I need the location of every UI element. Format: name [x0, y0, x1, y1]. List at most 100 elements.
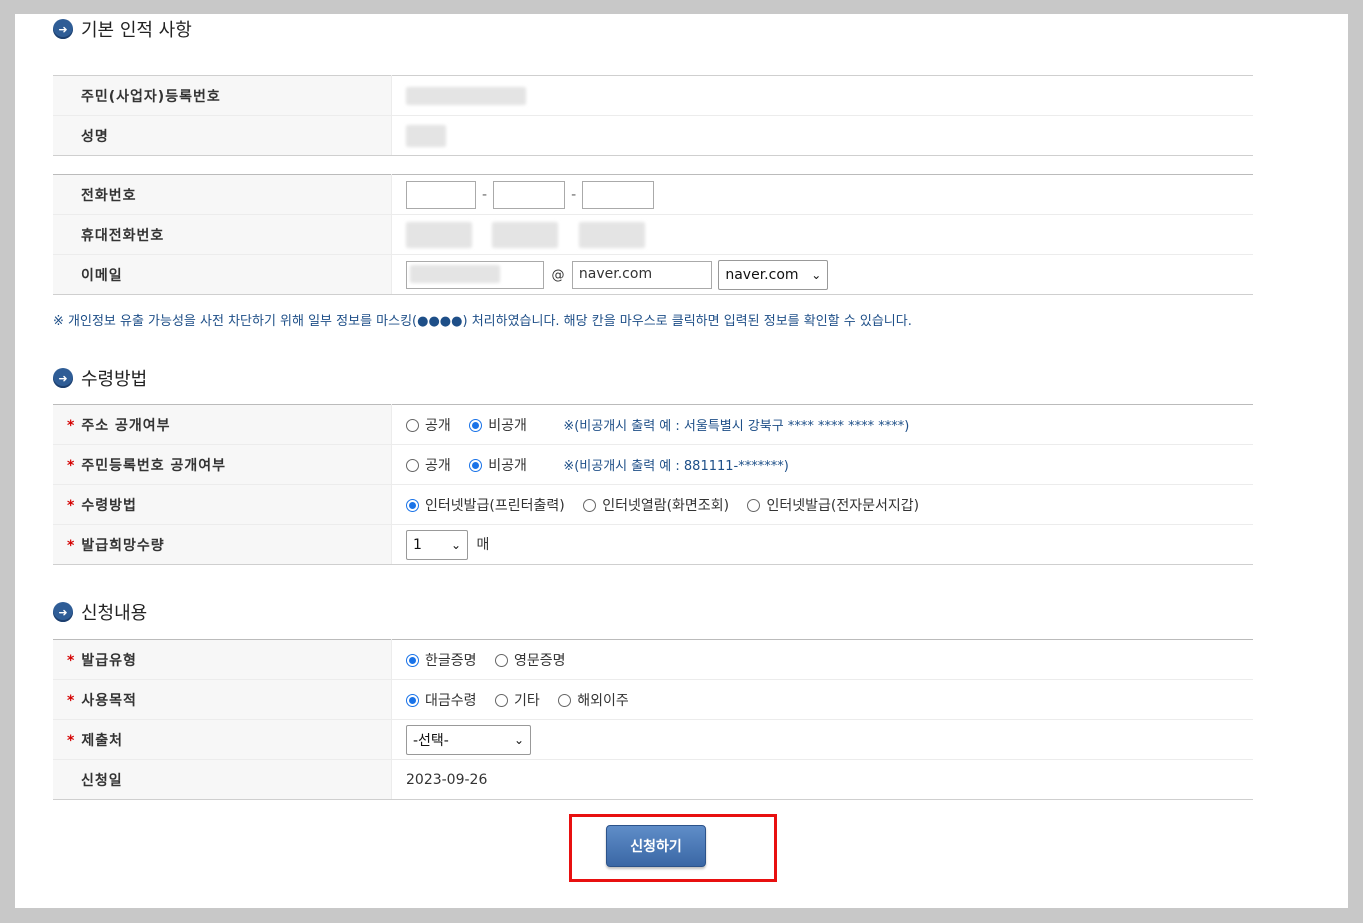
required-mark: * — [67, 652, 76, 669]
quantity-label: * 발급희망수량 — [53, 524, 392, 565]
method-print-radio[interactable]: 인터넷발급(프린터출력) — [406, 498, 565, 514]
receive-method-label: * 수령방법 — [53, 484, 392, 525]
radio-checked-icon — [406, 653, 419, 667]
required-mark: * — [67, 497, 76, 514]
purpose-emigration-radio[interactable]: 해외이주 — [558, 693, 629, 709]
method-view-radio[interactable]: 인터넷열람(화면조회) — [583, 498, 729, 514]
address-private-radio[interactable]: 비공개 — [469, 418, 527, 434]
address-public-radio[interactable]: 공개 — [406, 418, 451, 434]
phone-part1-input[interactable] — [406, 180, 476, 209]
type-english-radio[interactable]: 영문증명 — [494, 652, 566, 669]
quantity-label-text: 발급희망수량 — [81, 537, 165, 554]
section-title: 신청내용 — [81, 603, 148, 624]
name-label: 성명 — [53, 115, 392, 156]
email-domain-input[interactable]: naver.com — [571, 260, 712, 289]
radio-icon — [558, 693, 572, 707]
address-public-label: * 주소 공개여부 — [53, 404, 392, 445]
mobile-label: 휴대전화번호 — [53, 214, 392, 255]
section-header-basic: ➜ 기본 인적 사항 — [53, 16, 192, 42]
radio-label: 인터넷발급(프린터출력) — [425, 497, 565, 514]
receive-table: * 주소 공개여부 공개 비공개 ※(비공개시 출력 예 : 서울특별시 강북구 … — [53, 404, 1253, 565]
mobile-part2-input[interactable] — [492, 221, 559, 248]
masked-id-number — [406, 86, 526, 105]
email-id-input[interactable] — [406, 260, 544, 289]
required-mark: * — [67, 417, 76, 434]
phone-inputs: -- — [391, 174, 1253, 215]
mobile-part1-input[interactable] — [406, 221, 472, 248]
rrn-public-radio[interactable]: 공개 — [406, 458, 451, 474]
radio-label: 비공개 — [488, 457, 527, 474]
page: ➜ 기본 인적 사항 주민(사업자)등록번호 성명 전화번호 -- 휴대전화번호 — [15, 14, 1348, 908]
radio-label: 인터넷열람(화면조회) — [602, 497, 730, 514]
contact-table: 전화번호 -- 휴대전화번호 이메일 @ naver.com naver.com… — [53, 174, 1253, 295]
rrn-public-label: * 주민등록번호 공개여부 — [53, 444, 392, 485]
masked-name — [406, 124, 446, 147]
mobile-part3-input[interactable] — [578, 221, 645, 248]
submit-highlight-box: 신청하기 — [569, 814, 777, 882]
chevron-down-icon: ⌄ — [513, 732, 524, 747]
method-wallet-radio[interactable]: 인터넷발급(전자문서지갑) — [747, 498, 919, 514]
dash: - — [482, 186, 488, 203]
radio-label: 공개 — [425, 457, 451, 474]
rrn-private-radio[interactable]: 비공개 — [469, 458, 527, 474]
address-public-options: 공개 비공개 ※(비공개시 출력 예 : 서울특별시 강북구 **** ****… — [391, 404, 1253, 445]
address-private-note: ※(비공개시 출력 예 : 서울특별시 강북구 **** **** **** *… — [563, 418, 910, 434]
issue-type-options: 한글증명 영문증명 — [391, 639, 1253, 680]
email-label: 이메일 — [53, 254, 392, 295]
quantity-unit: 매 — [476, 536, 490, 553]
submit-to-select-value: -선택- — [413, 732, 449, 749]
phone-part2-input[interactable] — [493, 180, 566, 209]
section-header-request: ➜ 신청내용 — [53, 599, 147, 625]
radio-icon — [583, 498, 597, 512]
mobile-inputs — [391, 214, 1253, 255]
basic-info-table: 주민(사업자)등록번호 성명 — [53, 75, 1253, 156]
chevron-down-icon: ⌄ — [450, 537, 461, 552]
id-number-value — [391, 75, 1253, 116]
radio-label: 기타 — [513, 692, 540, 709]
at-sign: @ — [551, 267, 565, 283]
radio-label: 대금수령 — [425, 692, 477, 709]
rrn-private-note: ※(비공개시 출력 예 : 881111-*******) — [563, 458, 789, 474]
arrow-right-circle-icon: ➜ — [53, 19, 73, 39]
radio-label: 한글증명 — [425, 652, 477, 669]
purpose-other-radio[interactable]: 기타 — [494, 692, 540, 709]
section-header-receive: ➜ 수령방법 — [53, 365, 147, 391]
radio-icon — [494, 653, 508, 667]
radio-label: 비공개 — [488, 417, 527, 434]
radio-icon — [747, 498, 761, 512]
purpose-options: 대금수령 기타 해외이주 — [391, 679, 1253, 720]
radio-checked-icon — [406, 498, 419, 512]
phone-part3-input[interactable] — [582, 180, 655, 209]
submit-to-label: * 제출처 — [53, 719, 392, 760]
address-public-label-text: 주소 공개여부 — [81, 417, 171, 434]
radio-checked-icon — [469, 458, 483, 472]
request-table: * 발급유형 한글증명 영문증명 * 사용목적 대금수령 기타 해외이주 * 제출처 … — [53, 639, 1253, 800]
quantity-select[interactable]: 1 ⌄ — [406, 529, 468, 560]
required-mark: * — [67, 457, 76, 474]
radio-icon — [406, 418, 419, 432]
quantity-select-value: 1 — [413, 536, 422, 553]
radio-label: 영문증명 — [513, 652, 566, 669]
email-domain-select[interactable]: naver.com ⌄ — [718, 259, 829, 290]
submit-to-select[interactable]: -선택- ⌄ — [406, 724, 531, 755]
radio-label: 공개 — [425, 417, 451, 434]
purpose-payment-radio[interactable]: 대금수령 — [406, 693, 477, 709]
purpose-label: * 사용목적 — [53, 679, 392, 720]
request-date-label: 신청일 — [53, 759, 392, 800]
issue-type-label: * 발급유형 — [53, 639, 392, 680]
submit-button[interactable]: 신청하기 — [606, 825, 706, 867]
quantity-field: 1 ⌄ 매 — [391, 524, 1253, 565]
section-title: 수령방법 — [81, 369, 148, 390]
rrn-public-options: 공개 비공개 ※(비공개시 출력 예 : 881111-*******) — [391, 444, 1253, 485]
receive-method-options: 인터넷발급(프린터출력) 인터넷열람(화면조회) 인터넷발급(전자문서지갑) — [391, 484, 1253, 525]
type-korean-radio[interactable]: 한글증명 — [406, 653, 477, 669]
rrn-public-label-text: 주민등록번호 공개여부 — [81, 457, 227, 474]
radio-label: 해외이주 — [577, 692, 629, 709]
arrow-right-circle-icon: ➜ — [53, 602, 73, 622]
submit-to-label-text: 제출처 — [81, 732, 123, 749]
radio-label: 인터넷발급(전자문서지갑) — [766, 497, 920, 514]
radio-icon — [406, 458, 419, 472]
email-inputs: @ naver.com naver.com ⌄ — [391, 254, 1253, 295]
chevron-down-icon: ⌄ — [811, 267, 822, 282]
issue-type-label-text: 발급유형 — [81, 652, 137, 669]
